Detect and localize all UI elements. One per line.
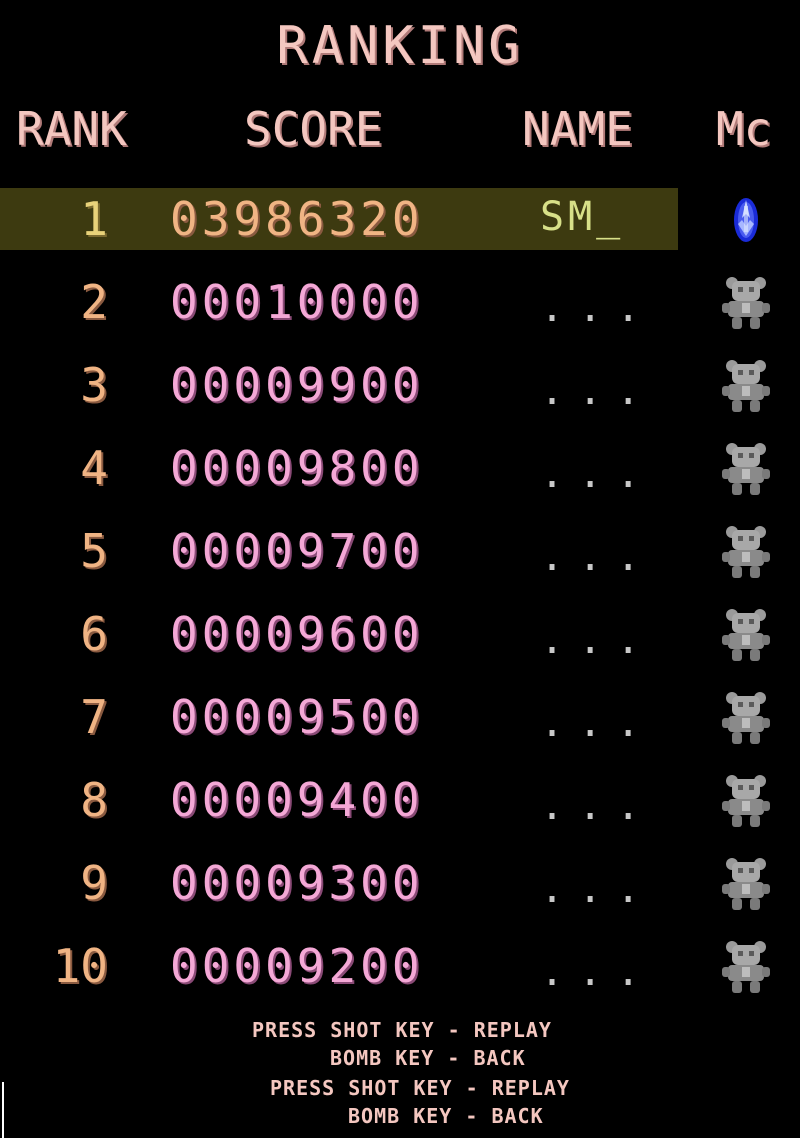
row-score: 03986320: [170, 192, 424, 246]
row-name: ...: [540, 866, 655, 912]
row-score: 00009200: [170, 939, 424, 993]
row-score: 00009500: [170, 690, 424, 744]
gray-robot-icon: [718, 439, 774, 497]
gray-robot-icon: [718, 605, 774, 663]
row-name: ...: [540, 617, 655, 663]
row-score: 00010000: [170, 275, 424, 329]
header-name: NAME: [522, 102, 633, 156]
row-rank: 10: [52, 939, 108, 993]
row-name: ...: [540, 451, 655, 497]
row-rank: 7: [80, 690, 108, 744]
ranking-row: 5 00009700...: [0, 520, 800, 582]
footer-line-back: BOMB KEY - BACK: [348, 1104, 544, 1128]
row-score: 00009800: [170, 441, 424, 495]
header-score: SCORE: [244, 102, 383, 156]
ranking-row: 2 00010000...: [0, 271, 800, 333]
gray-robot-icon: [718, 356, 774, 414]
ranking-row: 9 00009300...: [0, 852, 800, 914]
row-name: ...: [540, 700, 655, 746]
row-score: 00009600: [170, 607, 424, 661]
row-name: ...: [540, 285, 655, 331]
gray-robot-icon: [718, 522, 774, 580]
gray-robot-icon: [718, 273, 774, 331]
row-name: ...: [540, 949, 655, 995]
row-name: SM_: [540, 194, 625, 240]
row-score: 00009400: [170, 773, 424, 827]
footer-line-replay: PRESS SHOT KEY - REPLAY: [270, 1076, 570, 1100]
row-score: 00009900: [170, 358, 424, 412]
ranking-row: 3 00009900...: [0, 354, 800, 416]
ranking-title: RANKING: [276, 16, 524, 76]
gray-robot-icon: [718, 854, 774, 912]
row-name: ...: [540, 534, 655, 580]
row-name: ...: [540, 783, 655, 829]
gray-robot-icon: [718, 771, 774, 829]
ranking-row: 4 00009800...: [0, 437, 800, 499]
row-rank: 5: [80, 524, 108, 578]
row-rank: 8: [80, 773, 108, 827]
ranking-row: 7 00009500...: [0, 686, 800, 748]
row-rank: 9: [80, 856, 108, 910]
ranking-row: 8 00009400...: [0, 769, 800, 831]
ranking-row: 6 00009600...: [0, 603, 800, 665]
row-rank: 2: [80, 275, 108, 329]
header-rank: RANK: [16, 102, 127, 156]
row-rank: 1: [80, 192, 108, 246]
ranking-row: 10 00009200...: [0, 935, 800, 997]
row-rank: 6: [80, 607, 108, 661]
gray-robot-icon: [718, 937, 774, 995]
gray-robot-icon: [718, 688, 774, 746]
footer-line-back: BOMB KEY - BACK: [330, 1046, 526, 1070]
row-rank: 3: [80, 358, 108, 412]
row-name: ...: [540, 368, 655, 414]
blue-ship-icon: [718, 190, 774, 248]
header-mc: Mc: [716, 102, 772, 156]
row-score: 00009700: [170, 524, 424, 578]
row-score: 00009300: [170, 856, 424, 910]
text-cursor-bar: [2, 1082, 4, 1138]
footer-line-replay: PRESS SHOT KEY - REPLAY: [252, 1018, 552, 1042]
row-rank: 4: [80, 441, 108, 495]
ranking-row: 1 03986320 SM_: [0, 188, 800, 250]
